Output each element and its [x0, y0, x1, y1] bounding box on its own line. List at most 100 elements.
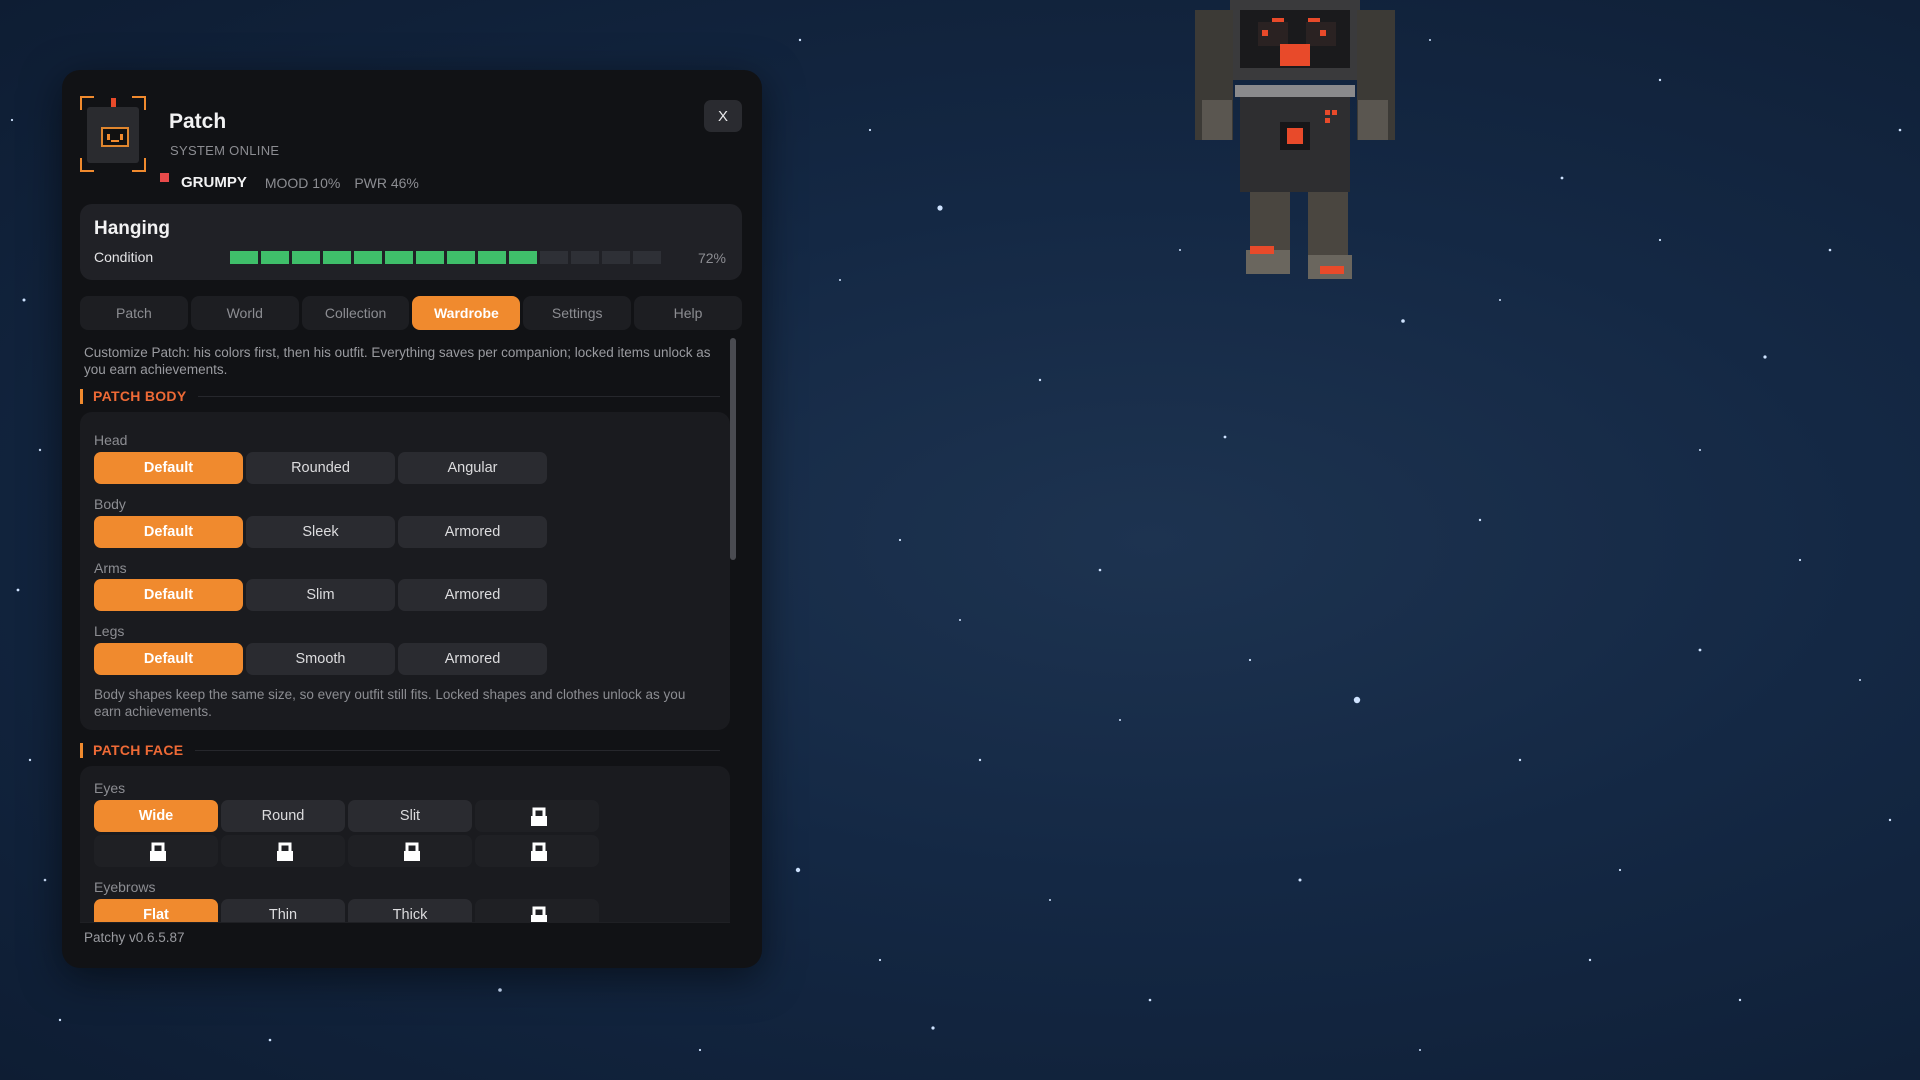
section-accent: [80, 388, 83, 404]
arms-options: Default Slim Armored: [94, 579, 547, 611]
condition-segment: [292, 251, 320, 264]
face-options-group: Eyes Wide Round Slit Eyebrows Flat Thin …: [80, 766, 730, 922]
content-scrollbar[interactable]: [730, 338, 736, 922]
eyes-option-locked[interactable]: [348, 835, 472, 867]
tab-help[interactable]: Help: [634, 296, 742, 330]
state-title: Hanging: [94, 218, 170, 239]
eyes-option-locked[interactable]: [94, 835, 218, 867]
eyebrows-option-thin[interactable]: Thin: [221, 899, 345, 922]
tab-settings[interactable]: Settings: [523, 296, 632, 330]
mood-name: GRUMPY: [181, 174, 247, 191]
body-options: Default Sleek Armored: [94, 516, 547, 548]
close-button[interactable]: X: [704, 100, 742, 132]
head-option-rounded[interactable]: Rounded: [246, 452, 395, 484]
condition-segment: [633, 251, 661, 264]
tab-patch[interactable]: Patch: [80, 296, 188, 330]
arms-option-armored[interactable]: Armored: [398, 579, 547, 611]
lock-icon: [531, 807, 547, 826]
eyebrows-option-locked[interactable]: [475, 899, 599, 922]
condition-segment: [509, 251, 537, 264]
body-option-armored[interactable]: Armored: [398, 516, 547, 548]
option-label-eyebrows: Eyebrows: [94, 879, 156, 895]
arms-option-slim[interactable]: Slim: [246, 579, 395, 611]
lock-icon: [277, 842, 293, 861]
option-label-head: Head: [94, 432, 128, 448]
section-patch-face: PATCH FACE: [80, 742, 720, 758]
head-option-default[interactable]: Default: [94, 452, 243, 484]
lock-icon: [150, 842, 166, 861]
condition-percent: 72%: [697, 250, 726, 266]
condition-segment: [447, 251, 475, 264]
eyes-option-round[interactable]: Round: [221, 800, 345, 832]
companion-avatar: [80, 96, 146, 172]
condition-segment: [354, 251, 382, 264]
legs-option-default[interactable]: Default: [94, 643, 243, 675]
mood-indicator-icon: [160, 173, 169, 182]
arms-option-default[interactable]: Default: [94, 579, 243, 611]
section-title: PATCH BODY: [93, 388, 187, 404]
state-card: Hanging Condition 72%: [80, 204, 742, 280]
tab-wardrobe[interactable]: Wardrobe: [412, 296, 521, 330]
body-options-group: Head Default Rounded Angular Body Defaul…: [80, 412, 730, 730]
robot-character[interactable]: [1180, 0, 1420, 290]
eyes-option-wide[interactable]: Wide: [94, 800, 218, 832]
robot-eye: [120, 134, 123, 140]
lock-icon: [531, 842, 547, 861]
mood-status-row: GRUMPY MOOD 10% PWR 46%: [160, 173, 419, 191]
legs-option-smooth[interactable]: Smooth: [246, 643, 395, 675]
condition-segment: [602, 251, 630, 264]
avatar-antenna: [111, 98, 116, 107]
eyes-options-locked-row: [94, 835, 599, 867]
body-option-default[interactable]: Default: [94, 516, 243, 548]
head-options: Default Rounded Angular: [94, 452, 547, 484]
condition-segment: [416, 251, 444, 264]
option-label-legs: Legs: [94, 623, 125, 639]
eyes-option-locked[interactable]: [221, 835, 345, 867]
companion-name: Patch: [169, 110, 227, 133]
robot-face: [101, 127, 129, 147]
option-label-arms: Arms: [94, 560, 127, 576]
body-shapes-note: Body shapes keep the same size, so every…: [94, 687, 686, 719]
section-divider: [198, 395, 720, 397]
lock-icon: [531, 906, 547, 922]
section-patch-body: PATCH BODY: [80, 388, 720, 404]
legs-option-armored[interactable]: Armored: [398, 643, 547, 675]
mood-stat: MOOD 10%: [264, 174, 341, 191]
condition-segment: [571, 251, 599, 264]
legs-options: Default Smooth Armored: [94, 643, 547, 675]
robot-head-icon: [87, 107, 139, 163]
tab-collection[interactable]: Collection: [301, 296, 410, 330]
condition-segment: [323, 251, 351, 264]
section-accent: [80, 742, 83, 758]
head-option-angular[interactable]: Angular: [398, 452, 547, 484]
wardrobe-content[interactable]: Customize Patch: his colors first, then …: [62, 338, 762, 922]
option-label-body: Body: [94, 496, 126, 512]
power-stat: PWR 46%: [354, 174, 419, 191]
scrollbar-thumb[interactable]: [730, 338, 736, 560]
lock-icon: [404, 842, 420, 861]
body-option-sleek[interactable]: Sleek: [246, 516, 395, 548]
app-version: Patchy v0.6.5.87: [84, 930, 185, 945]
footer-divider: [80, 922, 730, 923]
eyebrows-options: Flat Thin Thick: [94, 899, 599, 922]
companion-panel: Patch SYSTEM ONLINE GRUMPY MOOD 10% PWR …: [62, 70, 762, 968]
condition-segment: [261, 251, 289, 264]
section-title: PATCH FACE: [93, 742, 184, 758]
eyebrows-option-flat[interactable]: Flat: [94, 899, 218, 922]
eyes-option-locked[interactable]: [475, 800, 599, 832]
eyebrows-option-thick[interactable]: Thick: [348, 899, 472, 922]
system-status: SYSTEM ONLINE: [170, 143, 280, 158]
robot-mouth: [111, 140, 119, 142]
condition-segment: [540, 251, 568, 264]
close-icon: X: [717, 107, 728, 125]
eyes-option-slit[interactable]: Slit: [348, 800, 472, 832]
condition-bar: [230, 251, 661, 264]
robot-eye: [107, 134, 110, 140]
wardrobe-intro: Customize Patch: his colors first, then …: [84, 345, 711, 377]
section-divider: [195, 749, 720, 751]
condition-segment: [478, 251, 506, 264]
condition-segment: [385, 251, 413, 264]
tab-world[interactable]: World: [190, 296, 299, 330]
tab-bar: Patch World Collection Wardrobe Settings…: [80, 296, 742, 330]
eyes-option-locked[interactable]: [475, 835, 599, 867]
